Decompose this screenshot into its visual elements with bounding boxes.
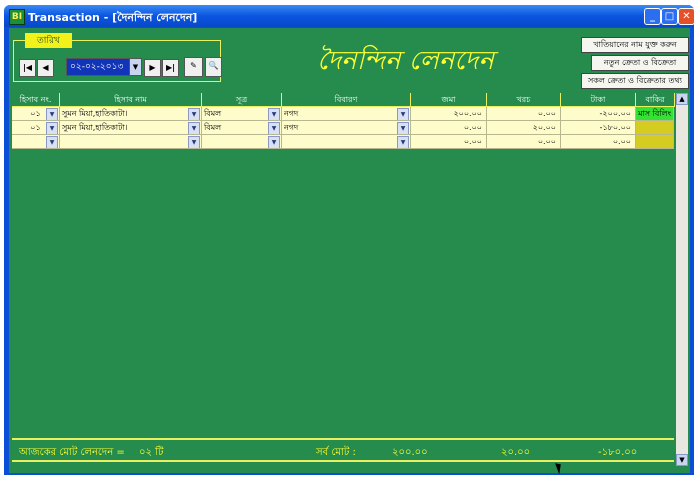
cell-due[interactable]: মাস বিলিং <box>636 107 674 121</box>
dropdown-icon[interactable]: ▼ <box>397 136 409 148</box>
cell-due[interactable] <box>636 121 674 135</box>
vertical-scrollbar[interactable]: ▲ ▼ <box>676 93 688 466</box>
dropdown-icon[interactable]: ▼ <box>268 136 280 148</box>
prev-record-button[interactable]: ◀ <box>37 59 54 77</box>
cell-description[interactable]: নগদ ▼ <box>282 121 411 135</box>
date-field[interactable]: ০২-০২-২০১৩ <box>66 58 131 76</box>
footer-divider <box>12 438 674 440</box>
dropdown-icon[interactable]: ▼ <box>46 136 58 148</box>
col-header-expense[interactable]: খরচ <box>487 93 561 107</box>
next-record-button[interactable]: ▶ <box>144 59 161 77</box>
last-record-button[interactable]: ▶| <box>162 59 179 77</box>
app-window: BI Transaction - [দৈনন্দিন লেনদেন] _ □ ✕… <box>4 5 695 475</box>
col-header-account-name[interactable]: হিসাব নাম <box>60 93 202 107</box>
date-panel: তারিখ |◀ ◀ ০২-০২-২০১৩ ▼ ▶ ▶| ✎ 🔍 <box>13 33 222 82</box>
scroll-up-icon[interactable]: ▲ <box>676 93 688 105</box>
scroll-down-icon[interactable]: ▼ <box>676 454 688 466</box>
col-header-deposit[interactable]: জমা <box>411 93 487 107</box>
cell-source[interactable]: বিমল ▼ <box>202 107 282 121</box>
dropdown-icon[interactable]: ▼ <box>46 122 58 134</box>
add-ledger-name-button[interactable]: খাতিয়ানের নাম যুক্ত করুন <box>581 37 689 53</box>
dropdown-icon[interactable]: ▼ <box>268 122 280 134</box>
dropdown-icon[interactable]: ▼ <box>397 108 409 120</box>
cell-account-name[interactable]: সুমন মিয়া,হাতিকাটা। ▼ <box>60 121 202 135</box>
preview-icon[interactable]: 🔍 <box>205 57 222 77</box>
cell-expense[interactable]: ২০.০০ <box>487 121 561 135</box>
edit-icon[interactable]: ✎ <box>184 57 203 77</box>
all-buyer-seller-info-button[interactable]: সকল ক্রেতা ও বিক্রেতার তথ্য <box>581 73 689 89</box>
cell-account-no[interactable]: ০১ ▼ <box>12 107 60 121</box>
cell-account-no[interactable]: ▼ <box>12 135 60 149</box>
col-header-amount[interactable]: টাকা <box>561 93 636 107</box>
cell-deposit[interactable]: ০.০০ <box>411 135 487 149</box>
date-panel-label: তারিখ <box>25 33 72 48</box>
maximize-button[interactable]: □ <box>661 8 678 25</box>
dropdown-icon[interactable]: ▼ <box>188 108 200 120</box>
title-bar[interactable]: BI Transaction - [দৈনন্দিন লেনদেন] _ □ ✕ <box>4 5 695 27</box>
col-header-due[interactable]: বাকির <box>636 93 675 107</box>
cell-due[interactable] <box>636 135 674 149</box>
cell-account-name[interactable]: ▼ <box>60 135 202 149</box>
dropdown-icon[interactable]: ▼ <box>46 108 58 120</box>
col-header-description[interactable]: বিবারণ <box>282 93 411 107</box>
cell-amount[interactable]: -২০০.০০ <box>561 107 636 121</box>
cell-deposit[interactable]: ০.০০ <box>411 121 487 135</box>
page-title: দৈনন্দিন লেনদেন <box>317 46 494 76</box>
cell-account-no[interactable]: ০১ ▼ <box>12 121 60 135</box>
col-header-account-no[interactable]: হিসাব নং. <box>12 93 60 107</box>
close-button[interactable]: ✕ <box>678 8 695 25</box>
new-buyer-seller-button[interactable]: নতুন ক্রেতা ও বিক্রেতা <box>591 55 689 71</box>
footer-divider-bottom <box>12 460 674 462</box>
cell-source[interactable]: ▼ <box>202 135 282 149</box>
cell-description[interactable]: ▼ <box>282 135 411 149</box>
first-record-button[interactable]: |◀ <box>19 59 36 77</box>
cell-deposit[interactable]: ২০০.০০ <box>411 107 487 121</box>
app-icon: BI <box>9 9 25 25</box>
cell-description[interactable]: নগদ ▼ <box>282 107 411 121</box>
col-header-source[interactable]: সূত্র <box>202 93 282 107</box>
cell-source[interactable]: বিমল ▼ <box>202 121 282 135</box>
cell-amount[interactable]: ০.০০ <box>561 135 636 149</box>
dropdown-icon[interactable]: ▼ <box>268 108 280 120</box>
minimize-button[interactable]: _ <box>644 8 661 25</box>
dropdown-icon[interactable]: ▼ <box>188 136 200 148</box>
window-title: Transaction - [দৈনন্দিন লেনদেন] <box>28 11 198 24</box>
cell-amount[interactable]: -১৮০.০০ <box>561 121 636 135</box>
cell-expense[interactable]: ০.০০ <box>487 135 561 149</box>
dropdown-icon[interactable]: ▼ <box>397 122 409 134</box>
cell-account-name[interactable]: সুমন মিয়া,হাতিকাটা। ▼ <box>60 107 202 121</box>
form-body: তারিখ |◀ ◀ ০২-০২-২০১৩ ▼ ▶ ▶| ✎ 🔍 দৈনন্দি… <box>9 28 690 473</box>
cell-expense[interactable]: ০.০০ <box>487 107 561 121</box>
date-dropdown-icon[interactable]: ▼ <box>129 58 142 76</box>
dropdown-icon[interactable]: ▼ <box>188 122 200 134</box>
